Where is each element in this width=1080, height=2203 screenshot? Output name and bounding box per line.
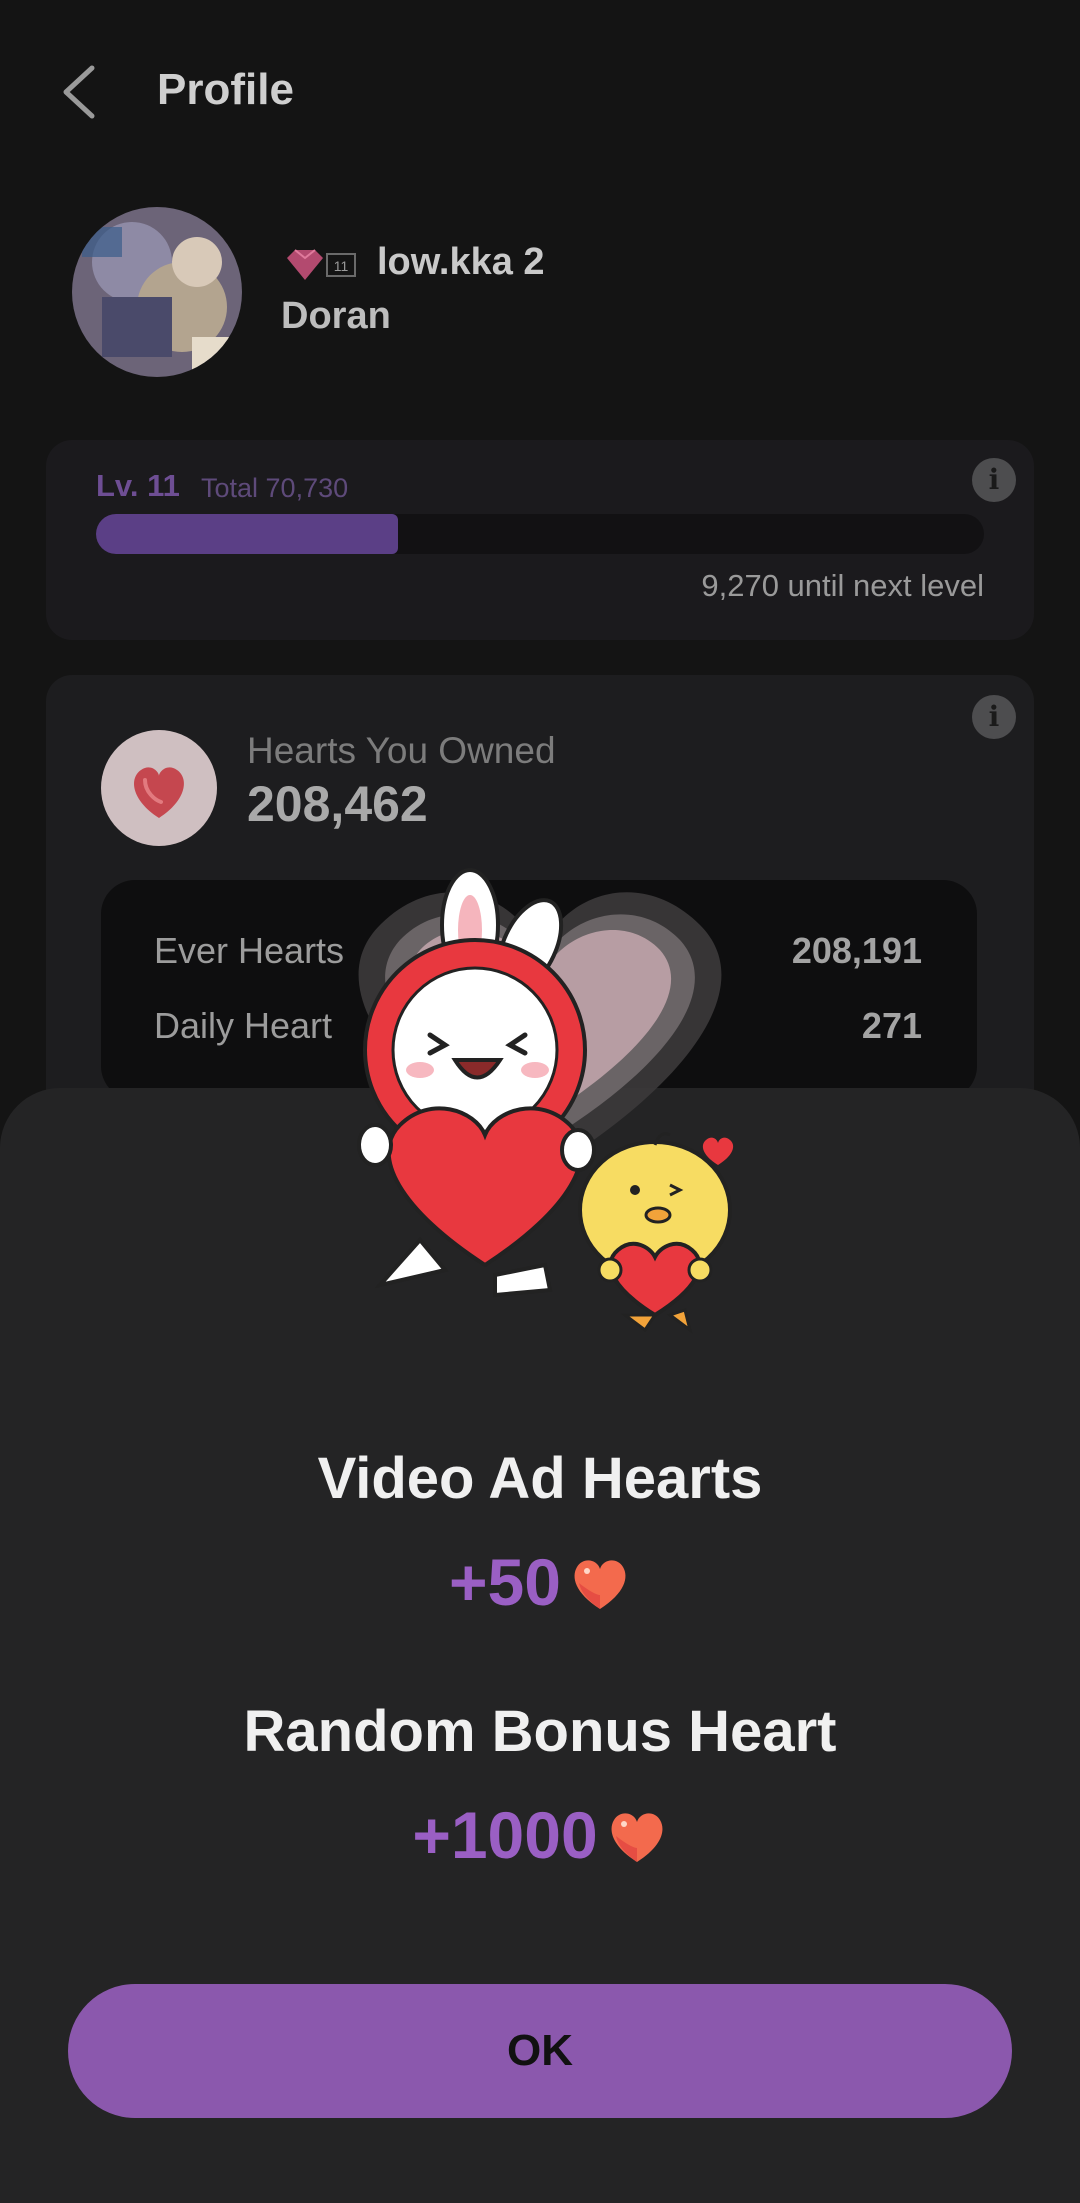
page-title: Profile bbox=[157, 65, 294, 114]
hearts-owned-label: Hearts You Owned bbox=[247, 730, 556, 771]
level-badge-icon: 11 bbox=[287, 249, 356, 280]
total-points: Total 70,730 bbox=[201, 473, 349, 503]
badge-level-text: 11 bbox=[334, 258, 349, 274]
daily-heart-value: 271 bbox=[861, 1005, 922, 1046]
level-progress-bar bbox=[96, 514, 984, 554]
ok-button[interactable]: OK bbox=[68, 1984, 1012, 2118]
reward2-amount: +1000 bbox=[0, 1797, 1080, 1879]
heart-icon bbox=[101, 730, 217, 846]
avatar[interactable] bbox=[72, 207, 242, 377]
nickname: Doran bbox=[281, 295, 391, 337]
level-progress-fill bbox=[96, 514, 398, 554]
info-icon[interactable]: i bbox=[972, 695, 1016, 739]
username: low.kka 2 bbox=[377, 241, 545, 283]
level-label: Lv. 11 bbox=[96, 468, 180, 503]
reward1-amount: +50 bbox=[0, 1544, 1080, 1626]
top-bar: Profile bbox=[0, 40, 1080, 140]
next-level-text: 9,270 until next level bbox=[701, 568, 984, 603]
reward1-title: Video Ad Hearts bbox=[317, 1446, 763, 1511]
reward1-amount-text: +50 bbox=[449, 1545, 561, 1619]
level-card: Lv. 11 Total 70,730 i 9,270 until next l… bbox=[46, 440, 1034, 640]
hearts-owned-value: 208,462 bbox=[247, 776, 428, 832]
heart-icon bbox=[606, 1803, 668, 1879]
reward2-title: Random Bonus Heart bbox=[243, 1699, 837, 1764]
info-icon[interactable]: i bbox=[972, 458, 1016, 502]
back-arrow-icon[interactable] bbox=[56, 62, 108, 122]
reward2-amount-text: +1000 bbox=[412, 1798, 598, 1872]
heart-icon bbox=[569, 1550, 631, 1626]
mascot-illustration bbox=[357, 868, 734, 1334]
